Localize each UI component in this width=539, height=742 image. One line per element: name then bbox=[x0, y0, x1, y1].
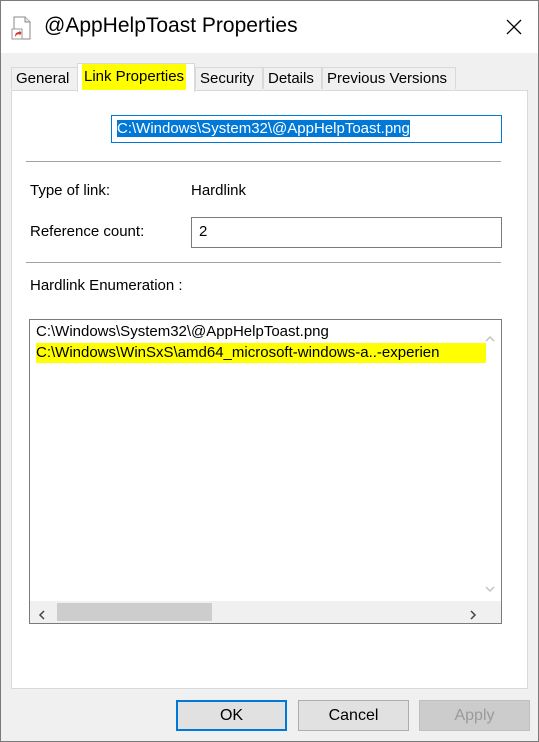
tab-general[interactable]: General bbox=[11, 67, 78, 89]
separator-middle bbox=[26, 262, 501, 263]
close-button[interactable] bbox=[500, 13, 528, 41]
list-item-highlighted[interactable]: C:\Windows\WinSxS\amd64_microsoft-window… bbox=[36, 343, 486, 363]
tab-details[interactable]: Details bbox=[263, 67, 322, 89]
path-selected-text: C:\Windows\System32\@AppHelpToast.png bbox=[117, 120, 410, 137]
apply-button[interactable]: Apply bbox=[419, 700, 530, 731]
scroll-left-icon[interactable] bbox=[38, 607, 46, 620]
path-field[interactable]: C:\Windows\System32\@AppHelpToast.png bbox=[111, 115, 502, 143]
title-bar: @AppHelpToast Properties bbox=[1, 1, 538, 53]
cancel-button[interactable]: Cancel bbox=[298, 700, 409, 731]
tab-previous-versions[interactable]: Previous Versions bbox=[322, 67, 456, 89]
scrollbar-thumb[interactable] bbox=[57, 603, 212, 621]
tab-link-properties[interactable]: Link Properties bbox=[77, 63, 195, 92]
reference-count-field[interactable]: 2 bbox=[191, 217, 502, 248]
reference-count-value: 2 bbox=[199, 223, 208, 240]
list-item[interactable]: C:\Windows\System32\@AppHelpToast.png bbox=[36, 322, 329, 342]
separator-top bbox=[26, 161, 501, 162]
type-of-link-label: Type of link: bbox=[30, 182, 111, 199]
scroll-up-icon[interactable] bbox=[485, 330, 495, 342]
properties-dialog: @AppHelpToast Properties General Link Pr… bbox=[0, 0, 539, 742]
scroll-right-icon[interactable] bbox=[469, 607, 477, 620]
scroll-down-icon[interactable] bbox=[485, 580, 495, 592]
link-properties-panel: C:\Windows\System32\@AppHelpToast.png Ty… bbox=[11, 90, 528, 689]
tab-label-highlight: Link Properties bbox=[82, 64, 187, 90]
reference-count-label: Reference count: bbox=[30, 223, 145, 240]
close-icon bbox=[506, 19, 522, 35]
horizontal-scrollbar[interactable] bbox=[30, 601, 501, 623]
hardlink-enumeration-label: Hardlink Enumeration : bbox=[30, 277, 183, 294]
hardlink-list[interactable]: C:\Windows\System32\@AppHelpToast.png C:… bbox=[29, 319, 502, 624]
dialog-title: @AppHelpToast Properties bbox=[44, 14, 298, 37]
ok-button[interactable]: OK bbox=[176, 700, 287, 731]
tab-security[interactable]: Security bbox=[195, 67, 263, 89]
type-of-link-value: Hardlink bbox=[191, 182, 247, 199]
scrollbar-corner bbox=[479, 601, 501, 623]
file-shortcut-icon bbox=[11, 16, 33, 40]
